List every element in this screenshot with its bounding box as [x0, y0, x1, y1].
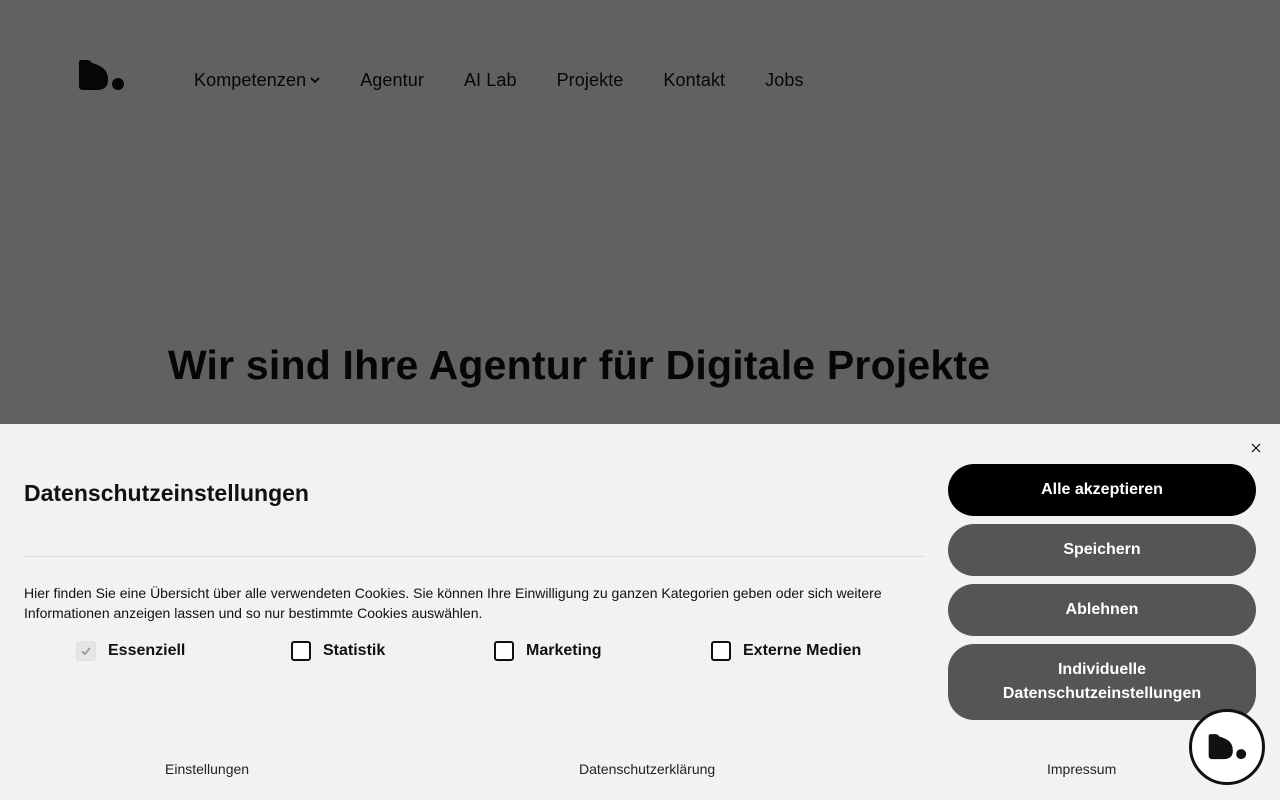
individual-settings-button[interactable]: Individuelle Datenschutzeinstellungen — [948, 644, 1256, 720]
nav-item-label: AI Lab — [463, 69, 517, 90]
agency-logo-icon — [1208, 734, 1247, 760]
nav-item-label: Kompetenzen — [194, 69, 307, 90]
main-navigation: Kompetenzen Agentur AI Lab Projekte Kont… — [194, 68, 844, 92]
close-icon — [1251, 443, 1261, 453]
category-externe-medien[interactable]: Externe Medien — [711, 640, 861, 662]
footer-link-einstellungen[interactable]: Einstellungen — [165, 761, 249, 777]
save-button[interactable]: Speichern — [948, 524, 1256, 576]
footer-link-datenschutzerklaerung[interactable]: Datenschutzerklärung — [579, 761, 715, 777]
category-essenziell: Essenziell — [76, 640, 185, 662]
nav-item-label: Projekte — [556, 69, 624, 90]
category-marketing[interactable]: Marketing — [494, 640, 602, 662]
checkbox-externe-medien[interactable] — [711, 641, 731, 661]
nav-item-jobs[interactable]: Jobs — [765, 70, 803, 91]
checkbox-statistik[interactable] — [291, 641, 311, 661]
cookie-banner-description: Hier finden Sie eine Übersicht über alle… — [24, 585, 882, 621]
footer-link-impressum[interactable]: Impressum — [1047, 761, 1116, 777]
page-background: Kompetenzen Agentur AI Lab Projekte Kont… — [0, 0, 1280, 424]
category-label: Statistik — [323, 642, 386, 659]
nav-item-label: Agentur — [360, 69, 424, 90]
nav-item-projekte[interactable]: Projekte — [557, 70, 624, 91]
reject-button[interactable]: Ablehnen — [948, 584, 1256, 636]
divider — [24, 556, 924, 557]
category-label: Externe Medien — [743, 642, 862, 659]
agency-logo-icon[interactable] — [77, 60, 125, 91]
category-label: Essenziell — [108, 642, 186, 659]
checkmark-icon — [81, 647, 91, 656]
cookie-settings-badge[interactable] — [1189, 709, 1265, 785]
nav-item-label: Jobs — [765, 69, 804, 90]
nav-item-label: Kontakt — [663, 69, 726, 90]
checkbox-essenziell — [76, 641, 96, 661]
category-statistik[interactable]: Statistik — [291, 640, 385, 662]
nav-item-ai-lab[interactable]: AI Lab — [464, 70, 517, 91]
nav-item-kontakt[interactable]: Kontakt — [663, 70, 725, 91]
accept-all-button[interactable]: Alle akzeptieren — [948, 464, 1256, 516]
checkbox-marketing[interactable] — [494, 641, 514, 661]
nav-item-kompetenzen[interactable]: Kompetenzen — [194, 70, 320, 91]
close-button[interactable] — [1248, 440, 1264, 456]
category-label: Marketing — [526, 642, 602, 659]
cookie-banner-title: Datenschutzeinstellungen — [24, 480, 309, 506]
nav-item-agentur[interactable]: Agentur — [360, 70, 424, 91]
chevron-down-icon — [310, 77, 320, 84]
hero-title: Wir sind Ihre Agentur für Digitale Proje… — [168, 342, 991, 388]
